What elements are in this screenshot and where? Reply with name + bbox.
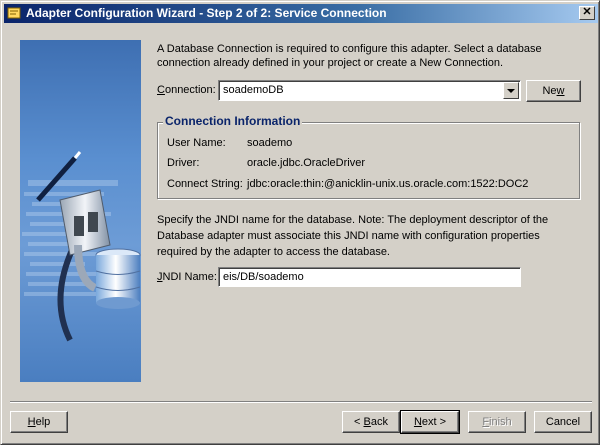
cancel-button[interactable]: Cancel xyxy=(534,411,592,433)
footer-separator xyxy=(10,401,592,403)
finish-button[interactable]: Finish xyxy=(468,411,526,433)
next-button[interactable]: Next > xyxy=(400,410,460,434)
jndi-name-input[interactable] xyxy=(218,267,521,287)
wizard-window: Adapter Configuration Wizard - Step 2 of… xyxy=(0,0,600,445)
database-plug-illustration xyxy=(20,40,141,382)
connection-label: Connection: xyxy=(157,84,216,96)
jndi-name-label: JNDI Name: xyxy=(157,271,217,283)
connection-selected: soademoDB xyxy=(223,84,284,96)
window-title: Adapter Configuration Wizard - Step 2 of… xyxy=(26,6,387,20)
title-bar[interactable]: Adapter Configuration Wizard - Step 2 of… xyxy=(4,4,598,23)
connect-string-label: Connect String: xyxy=(167,178,243,190)
wizard-icon xyxy=(7,7,21,19)
driver-label: Driver: xyxy=(167,157,200,169)
close-icon: ✕ xyxy=(582,6,592,18)
help-button[interactable]: Help xyxy=(10,411,68,433)
close-button[interactable]: ✕ xyxy=(579,6,595,20)
driver-value: oracle.jdbc.OracleDriver xyxy=(247,157,365,169)
user-name-value: soademo xyxy=(247,137,293,149)
connection-dropdown[interactable]: soademoDB xyxy=(218,80,521,101)
connection-info-title: Connection Information xyxy=(163,114,303,128)
intro-text: A Database Connection is required to con… xyxy=(157,43,542,69)
back-button[interactable]: < Back xyxy=(342,411,400,433)
connect-string-value: jdbc:oracle:thin:@anicklin-unix.us.oracl… xyxy=(247,178,529,190)
jndi-description: Specify the JNDI name for the database. … xyxy=(157,214,549,258)
new-connection-button[interactable]: New xyxy=(526,80,581,102)
chevron-down-icon[interactable] xyxy=(503,82,519,99)
user-name-label: User Name: xyxy=(167,137,226,149)
